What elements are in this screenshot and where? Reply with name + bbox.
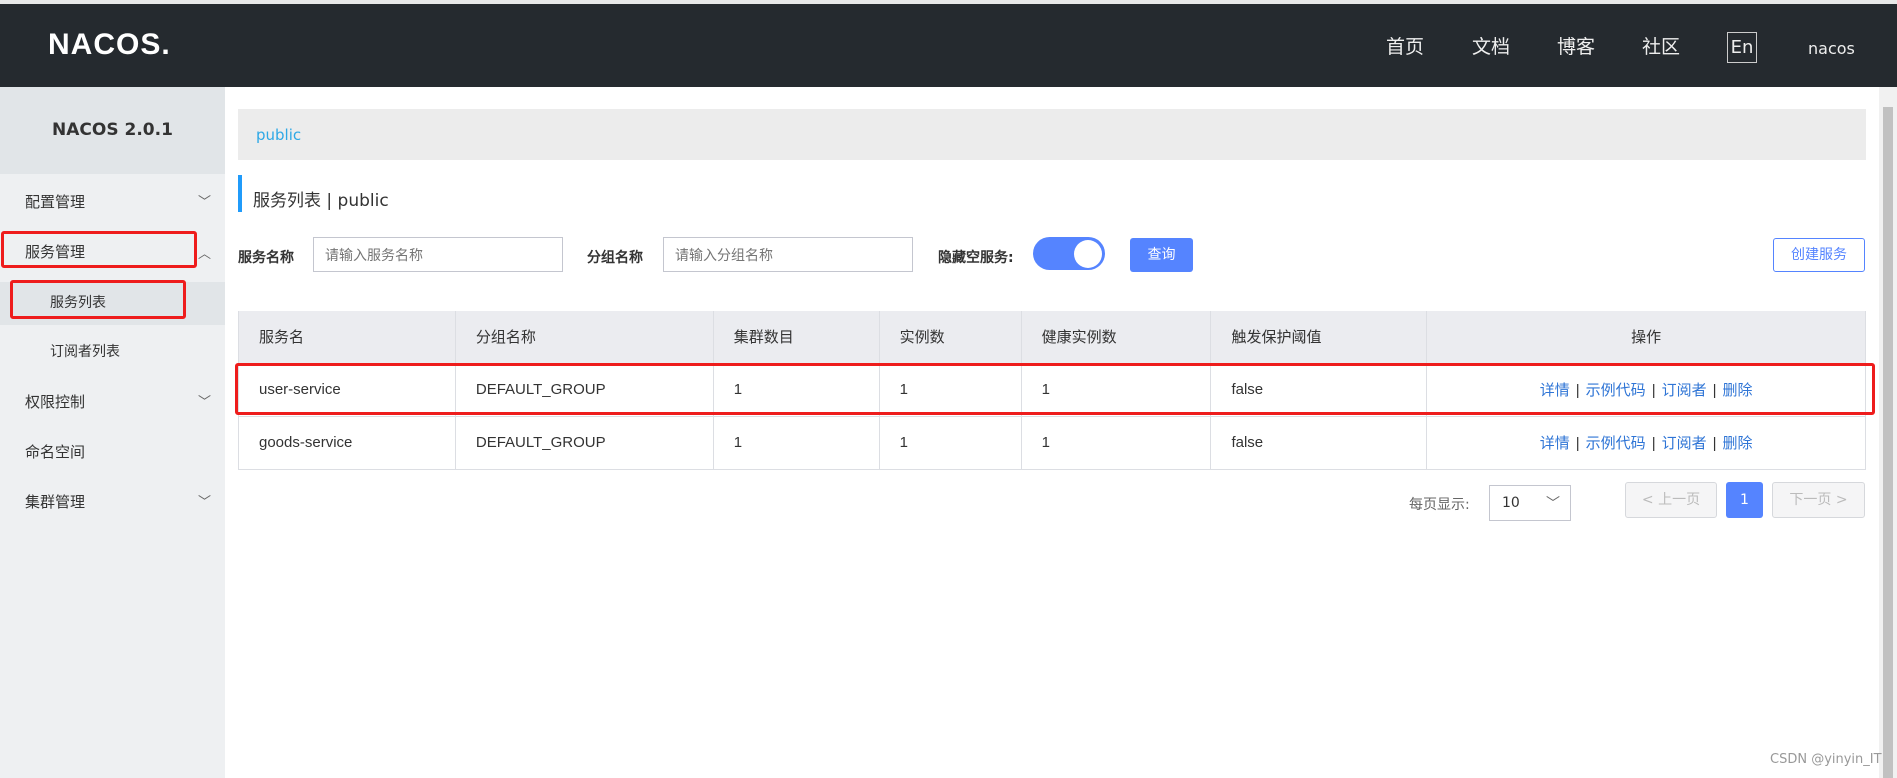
cell-group-name: DEFAULT_GROUP xyxy=(455,416,714,470)
cell-actions: 详情 | 示例代码 | 订阅者 | 删除 xyxy=(1426,416,1866,470)
hide-empty-services-label: 隐藏空服务: xyxy=(938,250,1014,266)
create-service-button[interactable]: 创建服务 xyxy=(1773,238,1865,272)
per-page-label: 每页显示: xyxy=(1409,497,1470,513)
chevron-down-icon: ﹀ xyxy=(1546,496,1560,512)
title-accent-bar xyxy=(238,175,242,212)
column-header-instance-count[interactable]: 实例数 xyxy=(879,311,1022,364)
toggle-knob xyxy=(1074,240,1102,268)
group-name-label: 分组名称 xyxy=(587,250,643,266)
table-row: goods-service DEFAULT_GROUP 1 1 1 false … xyxy=(238,416,1866,470)
chevron-down-icon[interactable]: ﹀ xyxy=(198,491,211,510)
per-page-select[interactable]: 10 ﹀ xyxy=(1489,485,1571,521)
cell-cluster-count: 1 xyxy=(713,416,880,470)
sidebar-item-config[interactable]: 配置管理 xyxy=(25,191,85,212)
chevron-down-icon[interactable]: ﹀ xyxy=(198,191,211,210)
separator: | xyxy=(1712,435,1717,452)
page-scrollbar[interactable] xyxy=(1879,87,1897,778)
watermark: CSDN @yinyin_IT xyxy=(1770,752,1882,767)
highlight-box-user-service-row xyxy=(235,363,1875,415)
cell-instance-count: 1 xyxy=(879,416,1022,470)
breadcrumb: public xyxy=(238,109,1866,160)
language-switch-button[interactable]: En xyxy=(1727,32,1757,63)
separator: | xyxy=(1575,435,1580,452)
column-header-healthy-instance-count[interactable]: 健康实例数 xyxy=(1021,311,1212,364)
sidebar: NACOS 2.0.1 配置管理 ﹀ 服务管理 ︿ 服务列表 订阅者列表 权限控… xyxy=(0,87,225,778)
chevron-down-icon[interactable]: ﹀ xyxy=(198,391,211,410)
top-header: NACOS. 首页 文档 博客 社区 En nacos xyxy=(0,0,1897,87)
highlight-box-service-menu xyxy=(1,231,197,268)
delete-link[interactable]: 删除 xyxy=(1723,435,1753,452)
hide-empty-services-toggle[interactable] xyxy=(1033,237,1105,270)
cell-protect-threshold: false xyxy=(1210,416,1428,470)
sidebar-item-cluster[interactable]: 集群管理 xyxy=(25,491,85,512)
column-header-cluster-count[interactable]: 集群数目 xyxy=(713,311,880,364)
group-name-input[interactable] xyxy=(663,237,913,272)
namespace-link-public[interactable]: public xyxy=(256,126,301,144)
column-header-actions: 操作 xyxy=(1426,311,1866,364)
next-page-button[interactable]: 下一页 > xyxy=(1772,482,1865,518)
cell-service-name: goods-service xyxy=(238,416,456,470)
prev-page-button[interactable]: < 上一页 xyxy=(1625,482,1717,518)
service-name-label: 服务名称 xyxy=(238,250,294,266)
sidebar-item-subscriber-list[interactable]: 订阅者列表 xyxy=(50,341,120,361)
user-menu[interactable]: nacos xyxy=(1808,39,1855,58)
page-title: 服务列表 | public xyxy=(253,191,389,211)
per-page-value: 10 xyxy=(1502,495,1520,511)
sample-code-link[interactable]: 示例代码 xyxy=(1586,435,1646,452)
nav-docs[interactable]: 文档 xyxy=(1472,32,1510,59)
query-button[interactable]: 查询 xyxy=(1130,238,1193,272)
sidebar-item-access-control[interactable]: 权限控制 xyxy=(25,391,85,412)
separator: | xyxy=(1651,435,1656,452)
column-header-protect-threshold[interactable]: 触发保护阈值 xyxy=(1210,311,1428,364)
subscribers-link[interactable]: 订阅者 xyxy=(1662,435,1707,452)
sidebar-item-namespace[interactable]: 命名空间 xyxy=(25,441,85,462)
page-1-button[interactable]: 1 xyxy=(1726,482,1763,518)
sidebar-title: NACOS 2.0.1 xyxy=(0,87,225,174)
details-link[interactable]: 详情 xyxy=(1540,435,1570,452)
column-header-service-name[interactable]: 服务名 xyxy=(238,311,456,364)
scrollbar-thumb[interactable] xyxy=(1883,107,1893,778)
cell-healthy-instance-count: 1 xyxy=(1021,416,1212,470)
service-name-input[interactable] xyxy=(313,237,563,272)
nav-community[interactable]: 社区 xyxy=(1642,32,1680,59)
nav-home[interactable]: 首页 xyxy=(1386,32,1424,59)
nacos-logo[interactable]: NACOS. xyxy=(48,28,171,62)
nav-blog[interactable]: 博客 xyxy=(1557,32,1595,59)
highlight-box-service-list xyxy=(10,280,186,319)
chevron-up-icon[interactable]: ︿ xyxy=(198,243,211,262)
table-header-row: 服务名 分组名称 集群数目 实例数 健康实例数 触发保护阈值 操作 xyxy=(238,311,1866,364)
column-header-group-name[interactable]: 分组名称 xyxy=(455,311,714,364)
